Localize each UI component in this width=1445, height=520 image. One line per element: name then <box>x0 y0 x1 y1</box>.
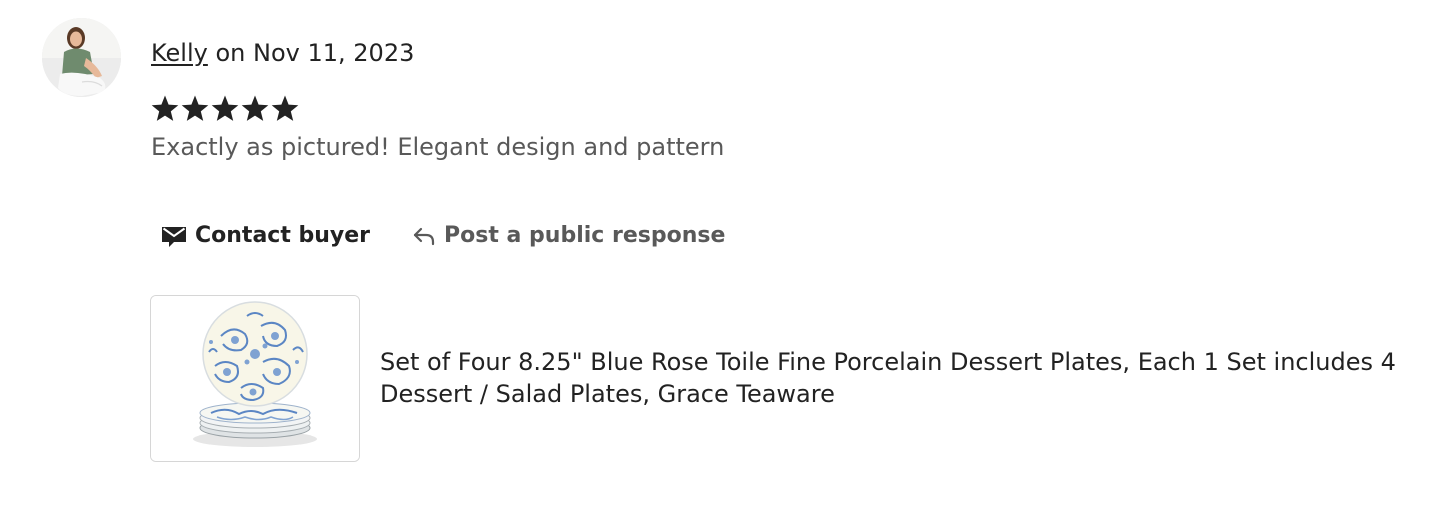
plates-image <box>151 295 359 461</box>
review-text: Exactly as pictured! Elegant design and … <box>151 133 725 161</box>
listing-item: Set of Four 8.25" Blue Rose Toile Fine P… <box>150 294 1420 462</box>
star-icon <box>240 93 270 125</box>
listing-title[interactable]: Set of Four 8.25" Blue Rose Toile Fine P… <box>380 346 1420 410</box>
star-icon <box>270 93 300 125</box>
star-icon <box>210 93 240 125</box>
review-card: Kelly on Nov 11, 2023 Exactly as picture… <box>0 0 1445 520</box>
listing-thumbnail[interactable] <box>150 294 360 462</box>
contact-buyer-button[interactable]: Contact buyer <box>161 222 370 248</box>
contact-buyer-label: Contact buyer <box>195 222 371 248</box>
author-link[interactable]: Kelly <box>151 39 208 67</box>
review-date: on Nov 11, 2023 <box>207 39 415 67</box>
review-actions: Contact buyer Post a public response <box>161 218 725 252</box>
review-meta: Kelly on Nov 11, 2023 <box>151 37 414 69</box>
post-public-response-button[interactable]: Post a public response <box>412 223 725 248</box>
star-icon <box>180 93 210 125</box>
avatar[interactable] <box>42 18 121 97</box>
avatar-image <box>42 18 121 97</box>
star-rating <box>150 93 300 125</box>
reply-arrow-icon <box>412 223 436 247</box>
star-icon <box>150 93 180 125</box>
post-public-response-label: Post a public response <box>444 222 726 248</box>
envelope-icon <box>161 222 187 248</box>
